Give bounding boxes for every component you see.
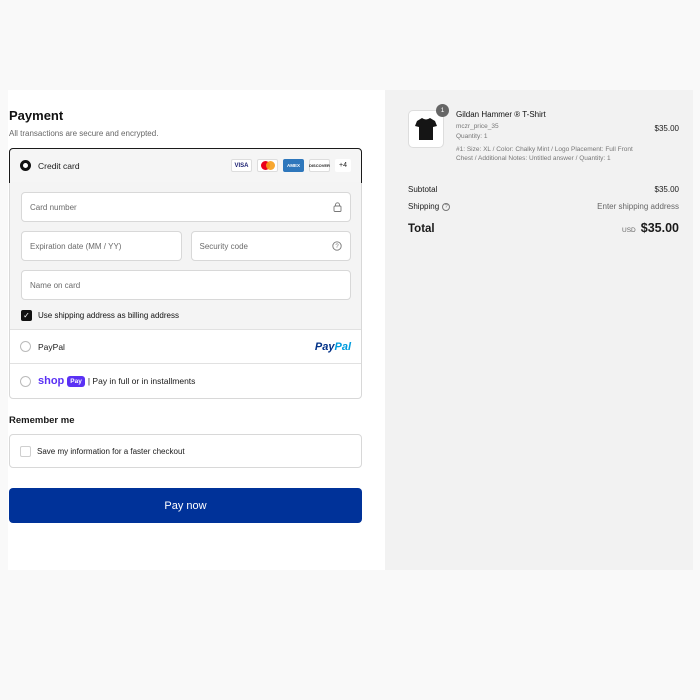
subtotal-label: Subtotal: [408, 185, 438, 194]
paypal-radio[interactable]: [20, 341, 31, 352]
mastercard-icon: [257, 159, 278, 172]
shipping-label: Shipping: [408, 202, 440, 211]
item-price: $35.00: [654, 124, 679, 133]
payment-section: Payment All transactions are secure and …: [8, 90, 385, 570]
pay-now-button[interactable]: Pay now: [9, 488, 362, 523]
amex-icon: AMEX: [283, 159, 304, 172]
remember-me-title: Remember me: [9, 415, 75, 426]
checkout-frame: Payment All transactions are secure and …: [8, 90, 693, 570]
paypal-logo: PayPal: [314, 340, 351, 353]
currency-code: USD: [622, 227, 636, 234]
total-row: Total USD $35.00: [408, 221, 679, 235]
tshirt-icon: [415, 118, 437, 140]
item-details: #1: Size: XL / Color: Chalky Mint / Logo…: [456, 146, 633, 162]
billing-address-row[interactable]: ✓ Use shipping address as billing addres…: [21, 310, 351, 321]
security-code-field[interactable]: Security code ?: [190, 231, 351, 261]
credit-card-form: Card number Expiration date (MM / YY) Se…: [10, 182, 361, 330]
total-label: Total: [408, 223, 435, 235]
lock-icon: [333, 202, 342, 212]
remember-checkbox-label: Save my information for a faster checkou…: [37, 446, 185, 456]
item-info: Gildan Hammer ® T-Shirt mczr_price_35 Qu…: [456, 110, 646, 163]
item-quantity: Quantity: 1: [456, 132, 488, 140]
billing-checkbox-label: Use shipping address as billing address: [38, 311, 179, 320]
name-on-card-placeholder: Name on card: [30, 280, 81, 290]
remember-me-option[interactable]: Save my information for a faster checkou…: [9, 434, 362, 468]
shop-pay-option[interactable]: shop Pay | Pay in full or in installment…: [10, 364, 361, 398]
security-code-placeholder: Security code: [199, 241, 248, 251]
total-value: $35.00: [640, 221, 679, 235]
billing-checkbox[interactable]: ✓: [21, 310, 32, 321]
shipping-info-icon[interactable]: ?: [442, 202, 451, 211]
card-number-placeholder: Card number: [30, 202, 77, 212]
shop-pay-radio[interactable]: [20, 375, 31, 387]
card-number-field[interactable]: Card number: [21, 192, 351, 222]
subtotal-row: Subtotal $35.00: [408, 185, 679, 194]
svg-text:?: ?: [335, 244, 339, 250]
order-summary: 1 Gildan Hammer ® T-Shirt mczr_price_35 …: [385, 90, 693, 570]
credit-card-radio[interactable]: [20, 160, 31, 171]
visa-icon: VISA: [231, 159, 252, 172]
payment-subtitle: All transactions are secure and encrypte…: [9, 129, 159, 138]
expiration-field[interactable]: Expiration date (MM / YY): [21, 231, 182, 261]
more-cards-label: +4: [335, 159, 351, 172]
discover-icon: DISCOVER: [309, 159, 330, 172]
product-thumbnail: 1: [408, 104, 449, 148]
credit-card-option[interactable]: Credit card VISA AMEX DISCOVER +4: [9, 148, 362, 183]
quantity-badge: 1: [436, 104, 449, 117]
name-on-card-field[interactable]: Name on card: [21, 270, 351, 300]
shop-pay-label: | Pay in full or in installments: [87, 376, 196, 386]
subtotal-value: $35.00: [654, 185, 679, 194]
payment-methods: Credit card VISA AMEX DISCOVER +4 Card n…: [9, 148, 362, 399]
shipping-row: Shipping? Enter shipping address: [408, 202, 679, 211]
item-name: Gildan Hammer ® T-Shirt: [456, 110, 546, 119]
remember-checkbox[interactable]: [20, 445, 31, 457]
paypal-label: PayPal: [38, 341, 65, 352]
shop-pay-logo-word: shop: [38, 375, 65, 387]
expiration-placeholder: Expiration date (MM / YY): [30, 241, 122, 251]
shipping-value: Enter shipping address: [597, 202, 679, 211]
paypal-option[interactable]: PayPal PayPal: [10, 330, 361, 364]
help-icon[interactable]: ?: [332, 241, 342, 251]
card-brands: VISA AMEX DISCOVER +4: [231, 159, 351, 172]
line-item: 1 Gildan Hammer ® T-Shirt mczr_price_35 …: [408, 104, 679, 163]
item-sku: mczr_price_35: [456, 123, 499, 130]
shop-pay-badge: Pay: [67, 375, 85, 387]
payment-title: Payment: [9, 108, 64, 123]
credit-card-label: Credit card: [38, 160, 80, 171]
